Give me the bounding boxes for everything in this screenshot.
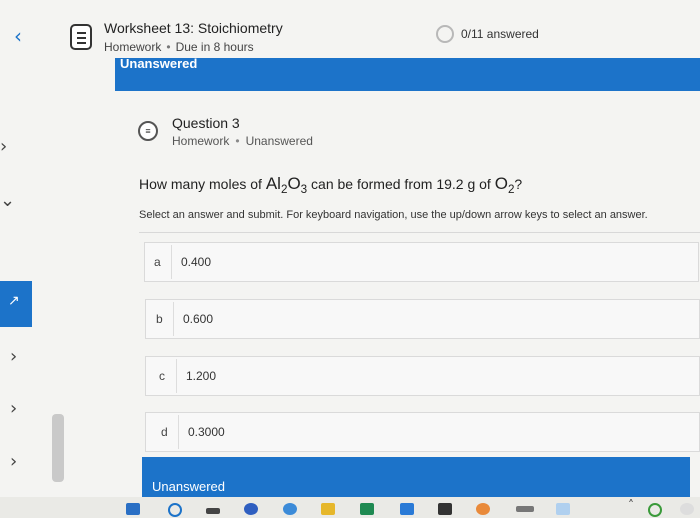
formula-element: O	[287, 174, 301, 193]
app-icon[interactable]	[206, 508, 220, 514]
answer-option-c[interactable]: c 1.200	[145, 356, 700, 396]
app-icon[interactable]	[283, 503, 297, 515]
app-icon[interactable]	[556, 503, 570, 515]
app-icon[interactable]	[360, 503, 374, 515]
page-title: Worksheet 13: Stoichiometry	[104, 20, 283, 36]
app-icon[interactable]	[476, 503, 490, 515]
chevron-up-icon[interactable]: ˄	[628, 498, 634, 512]
option-value: 1.200	[186, 369, 217, 383]
chevron-right-icon[interactable]: ›	[10, 398, 17, 419]
app-icon[interactable]	[400, 503, 414, 515]
answer-option-d[interactable]: d 0.3000	[145, 412, 700, 452]
chevron-down-icon[interactable]: ⌄	[0, 190, 15, 211]
chevron-right-icon[interactable]: ›	[0, 136, 7, 157]
status-banner-label: Unanswered	[120, 58, 198, 69]
prompt-text: ?	[514, 176, 523, 192]
question-meta: Homework • Unanswered	[172, 134, 313, 148]
question-title: Question 3	[172, 115, 240, 131]
scrollbar[interactable]	[52, 414, 64, 482]
progress-ring-icon	[436, 25, 454, 43]
chevron-right-icon[interactable]: ›	[10, 451, 17, 472]
app-icon[interactable]	[648, 503, 662, 517]
expand-panel-button[interactable]: ↗	[0, 281, 32, 327]
option-letter: d	[161, 425, 168, 439]
divider	[139, 232, 700, 233]
divider	[176, 359, 177, 393]
prompt-text: How many moles of	[139, 176, 266, 192]
chevron-right-icon[interactable]: ›	[10, 346, 17, 367]
progress-text: 0/11 answered	[461, 27, 539, 41]
taskbar	[0, 497, 700, 518]
option-letter: b	[156, 312, 163, 326]
separator-dot: •	[235, 134, 240, 148]
chevron-left-icon[interactable]: ‹	[14, 24, 22, 48]
separator-dot: •	[166, 40, 171, 54]
instructions: Select an answer and submit. For keyboar…	[139, 209, 648, 221]
expand-icon: ↗	[8, 292, 20, 308]
answer-option-b[interactable]: b 0.600	[145, 299, 700, 339]
question-status: Unanswered	[245, 134, 313, 148]
divider	[171, 245, 172, 279]
formula-element: Al	[265, 174, 281, 193]
prompt-text: can be formed from 19.2 g of	[307, 176, 495, 192]
formula-element: O	[494, 174, 508, 193]
app-icon[interactable]	[321, 503, 335, 515]
divider	[173, 302, 174, 336]
due-text: Due in 8 hours	[175, 40, 254, 54]
worksheet-icon	[70, 24, 92, 50]
question-prompt: How many moles of Al2O3 can be formed fr…	[139, 174, 522, 196]
question-status-label: Unanswered	[152, 479, 225, 494]
option-value: 0.3000	[188, 425, 225, 439]
question-type: Homework	[172, 134, 230, 148]
option-letter: a	[154, 255, 161, 269]
app-icon[interactable]	[516, 506, 534, 512]
answer-option-a[interactable]: a 0.400	[144, 242, 699, 282]
app-icon[interactable]	[438, 503, 452, 515]
assignment-meta: Homework • Due in 8 hours	[104, 40, 254, 54]
app-icon[interactable]	[168, 503, 182, 517]
option-value: 0.400	[181, 255, 212, 269]
assignment-type: Homework	[104, 40, 162, 54]
question-list-icon: ≡	[138, 121, 158, 141]
app-icon[interactable]	[126, 503, 140, 515]
app-icon[interactable]	[244, 503, 258, 515]
divider	[178, 415, 179, 449]
option-value: 0.600	[183, 312, 214, 326]
status-banner	[115, 58, 700, 91]
option-letter: c	[159, 369, 165, 383]
app-icon[interactable]	[680, 503, 694, 515]
